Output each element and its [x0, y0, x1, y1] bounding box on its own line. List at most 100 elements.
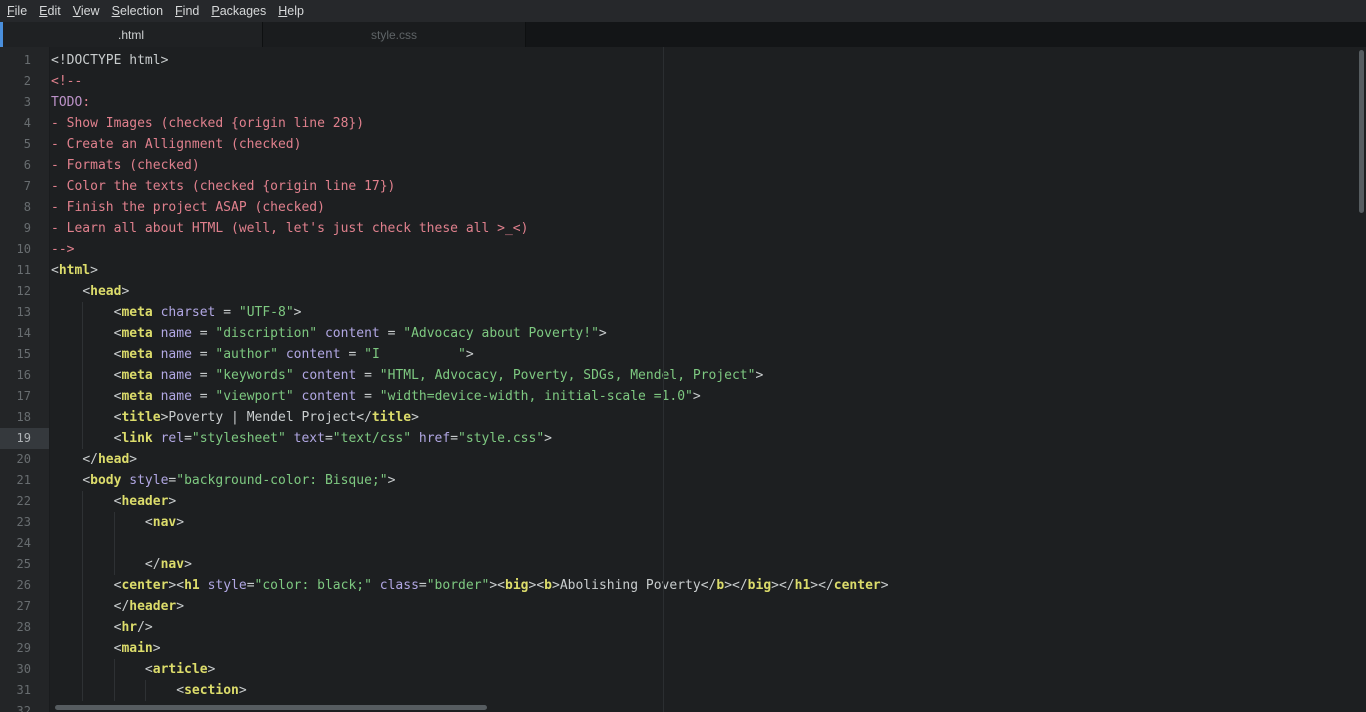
indent-guide	[145, 680, 146, 701]
line-number[interactable]: 18	[0, 407, 49, 428]
menu-find[interactable]: Find	[169, 0, 205, 22]
code-line[interactable]: <hr/>	[51, 617, 1366, 638]
code-line[interactable]: </header>	[51, 596, 1366, 617]
line-number[interactable]: 22	[0, 491, 49, 512]
editor-pane[interactable]: <!DOCTYPE html><!--TODO:- Show Images (c…	[0, 47, 1366, 712]
tab-html[interactable]: .html	[0, 22, 263, 47]
line-number[interactable]: 27	[0, 596, 49, 617]
line-number[interactable]: 29	[0, 638, 49, 659]
line-number[interactable]: 10	[0, 239, 49, 260]
code-line[interactable]: <meta name = "discription" content = "Ad…	[51, 323, 1366, 344]
indent-guide	[82, 344, 83, 365]
tab-label: style.css	[371, 28, 417, 42]
line-number[interactable]: 26	[0, 575, 49, 596]
wrap-guide-line	[663, 47, 664, 712]
code-line[interactable]: <center><h1 style="color: black;" class=…	[51, 575, 1366, 596]
code-line[interactable]: TODO:	[51, 92, 1366, 113]
editor-window: FileEditViewSelectionFindPackagesHelp .h…	[0, 0, 1366, 712]
tab-style-css[interactable]: style.css	[263, 22, 526, 47]
menu-view[interactable]: View	[67, 0, 106, 22]
line-number[interactable]: 7	[0, 176, 49, 197]
line-number[interactable]: 17	[0, 386, 49, 407]
code-line[interactable]: - Create an Allignment (checked)	[51, 134, 1366, 155]
line-number[interactable]: 3	[0, 92, 49, 113]
menu-packages[interactable]: Packages	[205, 0, 272, 22]
indent-guide	[82, 596, 83, 617]
indent-guide	[114, 680, 115, 701]
code-line[interactable]	[51, 533, 1366, 554]
line-number[interactable]: 32	[0, 701, 49, 712]
line-number[interactable]: 31	[0, 680, 49, 701]
line-number[interactable]: 11	[0, 260, 49, 281]
code-line[interactable]: <section>	[51, 680, 1366, 701]
vertical-scrollbar-thumb[interactable]	[1359, 50, 1364, 213]
menu-selection[interactable]: Selection	[106, 0, 169, 22]
code-line[interactable]: <head>	[51, 281, 1366, 302]
code-line[interactable]: <meta charset = "UTF-8">	[51, 302, 1366, 323]
indent-guide	[82, 302, 83, 323]
code-line[interactable]: - Finish the project ASAP (checked)	[51, 197, 1366, 218]
line-number[interactable]: 6	[0, 155, 49, 176]
code-line[interactable]: <link rel="stylesheet" text="text/css" h…	[51, 428, 1366, 449]
indent-guide	[114, 554, 115, 575]
indent-guide	[82, 407, 83, 428]
indent-guide	[82, 491, 83, 512]
menu-file[interactable]: File	[1, 0, 33, 22]
code-line[interactable]: <!--	[51, 71, 1366, 92]
line-number[interactable]: 1	[0, 50, 49, 71]
code-line[interactable]: </nav>	[51, 554, 1366, 575]
code-line[interactable]: <meta name = "keywords" content = "HTML,…	[51, 365, 1366, 386]
menu-bar: FileEditViewSelectionFindPackagesHelp	[0, 0, 1366, 22]
line-number[interactable]: 9	[0, 218, 49, 239]
line-number[interactable]: 4	[0, 113, 49, 134]
line-number[interactable]: 14	[0, 323, 49, 344]
code-line[interactable]: <body style="background-color: Bisque;">	[51, 470, 1366, 491]
code-line[interactable]: <html>	[51, 260, 1366, 281]
indent-guide	[82, 554, 83, 575]
line-number[interactable]: 28	[0, 617, 49, 638]
horizontal-scrollbar-thumb[interactable]	[55, 705, 487, 710]
indent-guide	[114, 659, 115, 680]
code-line[interactable]: - Formats (checked)	[51, 155, 1366, 176]
indent-guide	[82, 386, 83, 407]
indent-guide	[82, 638, 83, 659]
line-number[interactable]: 23	[0, 512, 49, 533]
code-line[interactable]: - Color the texts (checked {origin line …	[51, 176, 1366, 197]
menu-help[interactable]: Help	[272, 0, 310, 22]
code-area[interactable]: <!DOCTYPE html><!--TODO:- Show Images (c…	[51, 47, 1366, 712]
code-line[interactable]: <nav>	[51, 512, 1366, 533]
code-line[interactable]: -->	[51, 239, 1366, 260]
code-line[interactable]: - Show Images (checked {origin line 28})	[51, 113, 1366, 134]
line-number[interactable]: 24	[0, 533, 49, 554]
line-number[interactable]: 20	[0, 449, 49, 470]
code-line[interactable]: - Learn all about HTML (well, let's just…	[51, 218, 1366, 239]
line-number[interactable]: 12	[0, 281, 49, 302]
code-line[interactable]: <header>	[51, 491, 1366, 512]
indent-guide	[114, 512, 115, 533]
indent-guide	[82, 575, 83, 596]
line-number[interactable]: 15	[0, 344, 49, 365]
code-line[interactable]: <title>Poverty | Mendel Project</title>	[51, 407, 1366, 428]
indent-guide	[82, 323, 83, 344]
tab-label: .html	[118, 28, 144, 42]
line-number[interactable]: 2	[0, 71, 49, 92]
code-line[interactable]: <main>	[51, 638, 1366, 659]
line-number[interactable]: 30	[0, 659, 49, 680]
indent-guide	[82, 512, 83, 533]
line-number[interactable]: 8	[0, 197, 49, 218]
indent-guide	[82, 428, 83, 449]
line-number[interactable]: 16	[0, 365, 49, 386]
code-line[interactable]: </head>	[51, 449, 1366, 470]
code-line[interactable]: <meta name = "viewport" content = "width…	[51, 386, 1366, 407]
line-number[interactable]: 19	[0, 428, 49, 449]
code-line[interactable]: <meta name = "author" content = "I ">	[51, 344, 1366, 365]
code-line[interactable]: <article>	[51, 659, 1366, 680]
line-number[interactable]: 13	[0, 302, 49, 323]
line-number[interactable]: 5	[0, 134, 49, 155]
line-number[interactable]: 21	[0, 470, 49, 491]
indent-guide	[82, 533, 83, 554]
tab-bar: .html style.css	[0, 22, 1366, 47]
line-number[interactable]: 25	[0, 554, 49, 575]
menu-edit[interactable]: Edit	[33, 0, 67, 22]
code-line[interactable]: <!DOCTYPE html>	[51, 50, 1366, 71]
